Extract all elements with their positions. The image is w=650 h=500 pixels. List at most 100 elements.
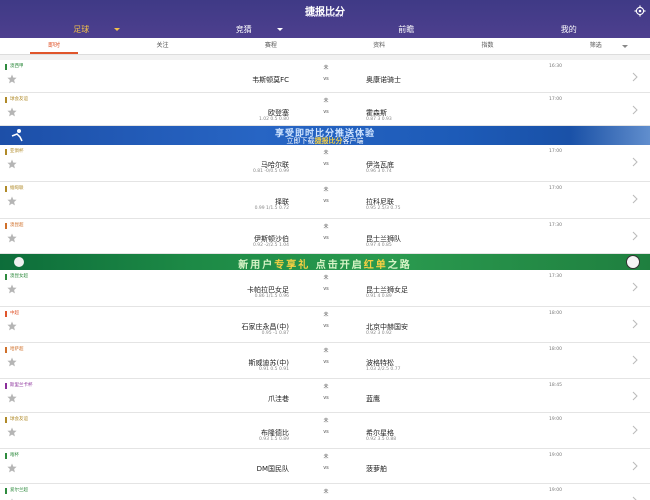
match-status: 未 [323,275,329,281]
banner2-prefix: 新用户 [238,260,275,270]
match-row[interactable]: 澳西甲 16:30 未韦斯顿莫FC vs 奥康诺骑士 [0,60,650,93]
gear-icon[interactable] [634,5,646,17]
banner2-mid: 点击开启 [315,260,364,270]
tab-guess-label: 竞猜 [235,25,252,34]
home-odds: 0.91 0.5 0.91 [258,367,289,372]
home-odds: 0.99 1/1.5 0.72 [254,206,289,211]
match-row[interactable]: 亚俱杯 17:00 未马哈尔联 vs 伊洛瓦底 0.81 -0/0.5 0.99 0.96 … [0,145,650,182]
tab-guess[interactable]: 竞猜 [163,22,326,38]
chevron-right-icon[interactable] [632,194,638,204]
match-time: 17:30 [549,223,562,228]
away-odds: 0.97 4 0.85 [366,243,392,248]
subtab-filter[interactable]: 筛选 [542,38,650,54]
away-team: 蓝鹰 [366,395,380,403]
match-time: 19:00 [549,488,562,493]
subtab-data[interactable]: 资料 [325,38,433,54]
away-team: 菠萝舶 [366,465,387,473]
new-user-banner-text: 新用户专享礼 点击开启红单之路 [0,256,650,270]
match-time: 19:00 [549,417,562,422]
app-download-banner[interactable]: 享受即时比分推送体验 立即下载捷报比分客户端 [0,126,650,145]
match-status: 未 [323,65,329,71]
match-row[interactable]: 缅甸联 17:00 未择联 vs 拉科尼联 0.99 1/1.5 0.72 0.95 2.5… [0,182,650,219]
chevron-right-icon[interactable] [632,157,638,167]
home-odds: 0.95 -1 0.87 [261,331,289,336]
main-tabs: 足球 竞猜 前瞻 我的 [0,22,650,38]
banner-decoration [570,126,650,145]
match-row[interactable]: 中超 18:00 未石家庄永昌(中) vs 北京中赫国安 0.95 -1 0.87 0.92… [0,307,650,343]
tab-football[interactable]: 足球 [0,22,163,38]
versus-label: vs [323,323,329,329]
home-team: 爪洼巷 [268,395,289,403]
top-header: 捷报比分 nowscore.com 足球 竞猜 前瞻 我的 [0,0,650,38]
away-odds: 0.87 3 0.93 [366,117,392,122]
versus-label: vs [323,429,329,435]
chevron-right-icon[interactable] [632,461,638,471]
match-time: 17:30 [549,274,562,279]
banner-subline-highlight: 捷报比分 [314,137,343,145]
match-status: 未 [323,98,329,104]
app-logo-subtitle: nowscore.com [306,13,344,19]
away-team: 奥康诺骑士 [366,76,401,84]
match-status: 未 [323,384,329,390]
match-time: 16:30 [549,64,562,69]
chevron-right-icon[interactable] [632,355,638,365]
subtab-odds[interactable]: 指数 [433,38,541,54]
versus-label: vs [323,395,329,401]
banner-subline-prefix: 立即下载 [286,137,315,145]
sub-tabs: 即时 关注 赛程 资料 指数 筛选 [0,38,650,55]
versus-label: vs [323,198,329,204]
match-row[interactable]: 澳昆女超 17:30 未卡帕拉巴女足 vs 昆士兰狮女足 0.86 1/1.5 0.96 0… [0,270,650,307]
chevron-down-icon [276,28,283,31]
match-row[interactable]: 喀杯 19:00 未 DM国民队 vs 菠萝舶 [0,449,650,484]
match-status: 未 [323,312,329,318]
versus-label: vs [323,109,329,115]
chevron-right-icon[interactable] [632,496,638,500]
subtab-filter-label: 筛选 [589,42,602,49]
tab-football-label: 足球 [73,25,90,34]
chevron-right-icon[interactable] [632,282,638,292]
match-status: 未 [323,224,329,230]
banner2-highlight: 专享礼 [274,260,311,270]
versus-label: vs [323,465,329,471]
home-team: 韦斯顿莫FC [252,76,289,84]
versus-label: vs [323,161,329,167]
away-odds: 0.92 3 0.92 [366,331,392,336]
match-status: 未 [323,348,329,354]
new-user-banner[interactable]: 新用户专享礼 点击开启红单之路 [0,254,650,270]
chevron-right-icon[interactable] [632,425,638,435]
banner2-highlight2: 红单 [363,260,388,270]
match-time: 17:00 [549,149,562,154]
match-row[interactable]: 斯里兰卡杯 18:45 未爪洼巷 vs 蓝鹰 [0,379,650,413]
versus-label: vs [323,359,329,365]
match-status: 未 [323,150,329,156]
match-time: 18:00 [549,347,562,352]
away-odds: 0.92 3.5 0.88 [366,437,397,442]
match-row[interactable]: 球会友谊 17:00 未欧登塞 vs 霍森斯 1.02 0.5 0.80 0.87 3 0.… [0,93,650,126]
versus-label: vs [323,76,329,82]
home-odds: 0.86 1/1.5 0.96 [254,294,289,299]
match-status: 未 [323,187,329,193]
subtab-schedule[interactable]: 赛程 [217,38,325,54]
chevron-right-icon[interactable] [632,319,638,329]
match-status: 未 [323,489,329,495]
match-row[interactable]: 澳昆超 17:30 未伊斯顿沙伯 vs 昆士兰狮队 0.92 -2/2.5 1.04 0.9… [0,219,650,254]
chevron-right-icon[interactable] [632,105,638,115]
chevron-right-icon[interactable] [632,72,638,82]
tab-preview-label: 前瞻 [398,25,415,34]
tab-preview[interactable]: 前瞻 [325,22,488,38]
chevron-right-icon[interactable] [632,391,638,401]
subtab-live[interactable]: 即时 [0,38,108,54]
match-time: 18:45 [549,383,562,388]
match-row[interactable]: 哈萨超 18:00 未斯威迪苏(中) vs 波格特松 0.91 0.5 0.91 1.03 … [0,343,650,379]
tab-mine-label: 我的 [560,25,577,34]
away-odds: 0.96 3 0.74 [366,169,392,174]
versus-label: vs [323,286,329,292]
home-odds: 0.81 -0/0.5 0.99 [252,169,289,174]
match-status: 未 [323,418,329,424]
subtab-follow[interactable]: 关注 [108,38,216,54]
match-row[interactable]: 球会友谊 19:00 未布隆德比 vs 希尔星格 0.93 1.5 0.89 0.92 3.… [0,413,650,449]
chevron-down-icon [114,28,120,31]
chevron-right-icon[interactable] [632,231,638,241]
match-row[interactable]: 爱尔兰超19:00未vs [0,484,650,500]
tab-mine[interactable]: 我的 [488,22,650,38]
